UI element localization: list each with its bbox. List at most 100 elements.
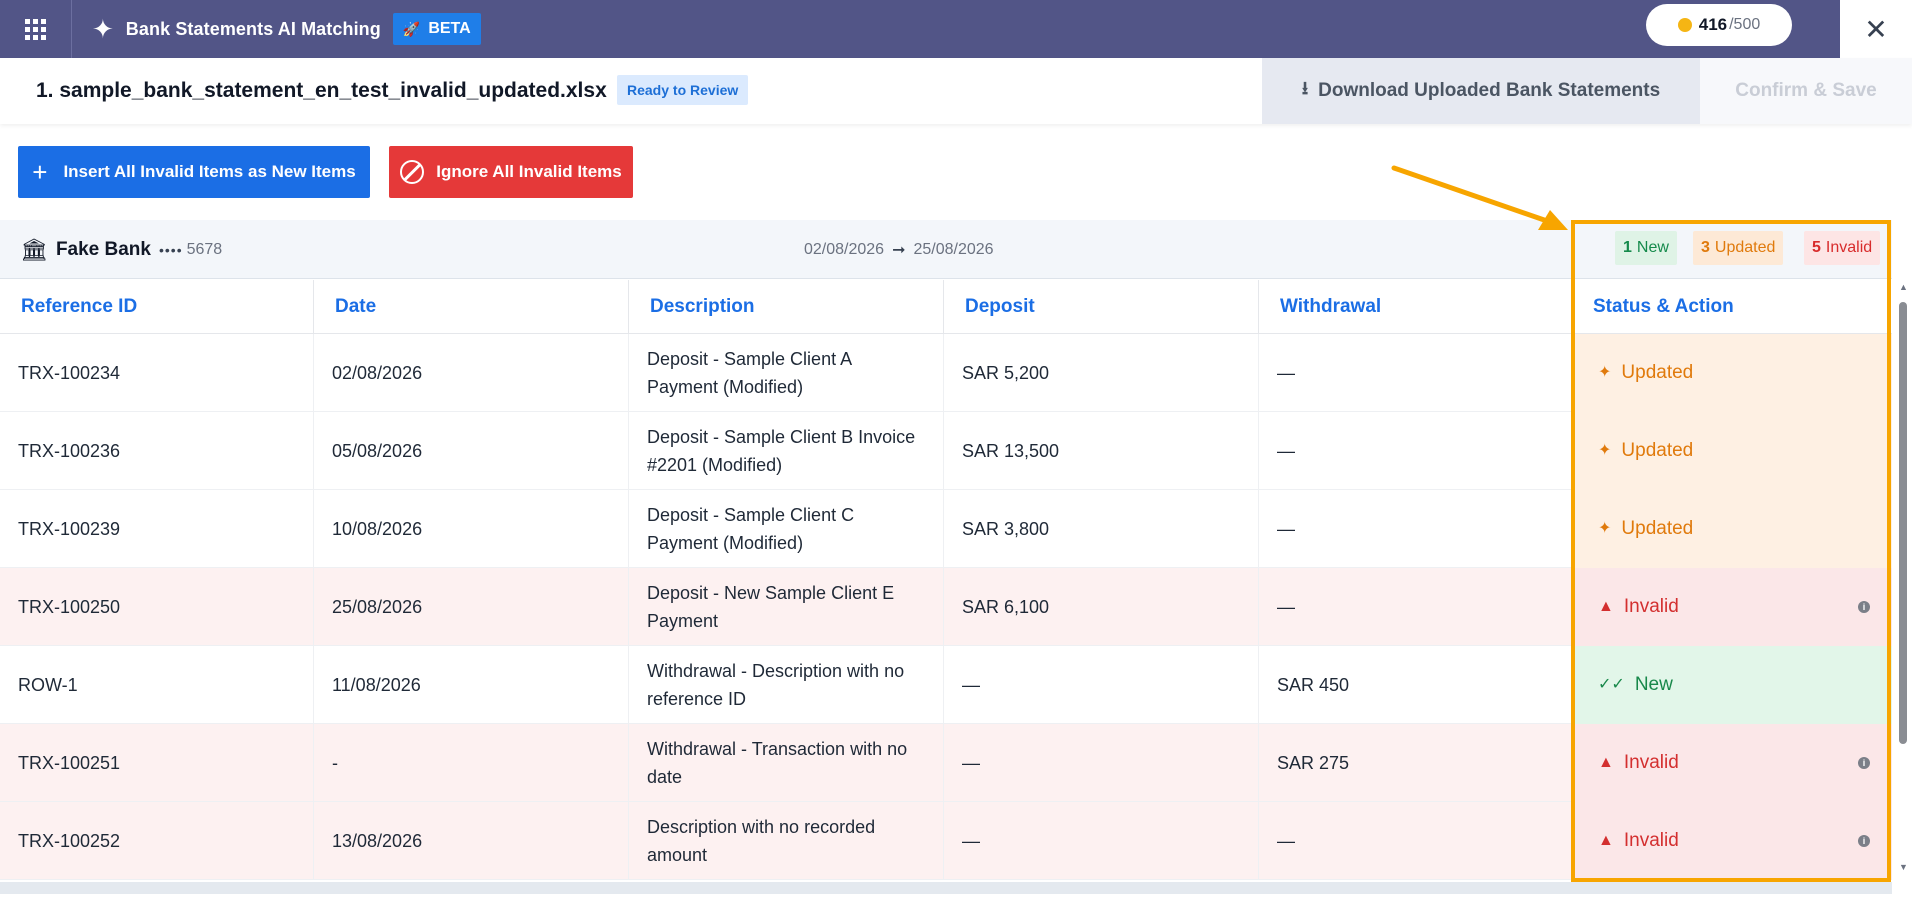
status-invalid[interactable]: ▲ Invalid i <box>1572 568 1892 646</box>
cell-reference-id: TRX-100251 <box>0 724 314 802</box>
cell-date: 13/08/2026 <box>314 802 629 880</box>
invalid-label: Invalid <box>1825 239 1873 256</box>
top-bar: ✦ Bank Statements AI Matching 🚀 BETA 416… <box>0 0 1912 58</box>
table-row: ROW-1 11/08/2026 Withdrawal - Descriptio… <box>0 646 1892 724</box>
info-icon[interactable]: i <box>1858 757 1870 769</box>
cell-reference-id: TRX-100236 <box>0 412 314 490</box>
cell-deposit: — <box>944 724 1259 802</box>
status-label: Invalid <box>1623 596 1679 617</box>
cell-withdrawal: — <box>1259 412 1572 490</box>
account-mask: •••• <box>158 241 183 258</box>
status-updated[interactable]: ✦ Updated <box>1572 334 1892 412</box>
column-header-reference-id[interactable]: Reference ID <box>0 280 314 334</box>
column-header-withdrawal[interactable]: Withdrawal <box>1259 280 1572 334</box>
app-title: Bank Statements AI Matching <box>125 18 381 39</box>
close-button[interactable]: ✕ <box>1840 0 1912 58</box>
arrow-right-icon: ➞ <box>892 241 906 259</box>
sparkle-icon: ✦ <box>1598 520 1612 537</box>
cell-description: Withdrawal - Description with no referen… <box>629 646 944 724</box>
cell-date: 25/08/2026 <box>314 568 629 646</box>
status-label: New <box>1634 674 1673 695</box>
cell-deposit: SAR 13,500 <box>944 412 1259 490</box>
status-new[interactable]: ✓✓ New <box>1572 646 1892 724</box>
credits-total: /500 <box>1729 16 1761 33</box>
confirm-label: Confirm & Save <box>1735 80 1877 101</box>
status-updated[interactable]: ✦ Updated <box>1572 412 1892 490</box>
status-label: Updated <box>1621 518 1694 539</box>
summary-invalid-badge: 5 Invalid <box>1804 231 1881 265</box>
status-label: Invalid <box>1623 830 1679 851</box>
beta-badge: 🚀 BETA <box>392 13 481 45</box>
status-updated[interactable]: ✦ Updated <box>1572 490 1892 568</box>
sparkle-icon: ✦ <box>92 14 114 44</box>
cell-deposit: SAR 3,800 <box>944 490 1259 568</box>
cell-reference-id: TRX-100239 <box>0 490 314 568</box>
download-statements-button[interactable]: ⭳ Download Uploaded Bank Statements <box>1262 58 1700 124</box>
ignore-all-invalid-button[interactable]: Ignore All Invalid Items <box>389 146 633 198</box>
updated-count: 3 <box>1701 239 1710 256</box>
cell-withdrawal: SAR 450 <box>1259 646 1572 724</box>
column-header-description[interactable]: Description <box>629 280 944 334</box>
double-check-icon: ✓✓ <box>1598 676 1625 693</box>
table-row: TRX-100251 - Withdrawal - Transaction wi… <box>0 724 1892 802</box>
insert-all-invalid-button[interactable]: + Insert All Invalid Items as New Items <box>18 146 370 198</box>
scroll-down-arrow-icon[interactable]: ▼ <box>1899 862 1908 872</box>
account-number: 5678 <box>186 240 223 258</box>
scroll-up-arrow-icon[interactable]: ▲ <box>1899 282 1908 292</box>
insert-label: Insert All Invalid Items as New Items <box>63 162 356 181</box>
ban-icon <box>400 160 425 184</box>
table-row: TRX-100250 25/08/2026 Deposit - New Samp… <box>0 568 1892 646</box>
cell-description: Deposit - Sample Client A Payment (Modif… <box>629 334 944 412</box>
status-label: Updated <box>1621 440 1694 461</box>
apps-grid-button[interactable] <box>0 0 72 58</box>
cell-deposit: SAR 6,100 <box>944 568 1259 646</box>
info-icon[interactable]: i <box>1858 835 1870 847</box>
status-invalid[interactable]: ▲ Invalid i <box>1572 802 1892 880</box>
apps-grid-icon <box>25 18 46 40</box>
status-label: Invalid <box>1623 752 1679 773</box>
credits-indicator: 416 /500 <box>1646 4 1792 46</box>
cell-reference-id: TRX-100250 <box>0 568 314 646</box>
bank-account-bar: 🏛 Fake Bank •••• 5678 02/08/2026 ➞ 25/08… <box>0 220 1892 279</box>
cell-date: 10/08/2026 <box>314 490 629 568</box>
new-label: New <box>1636 239 1669 256</box>
cell-date: 05/08/2026 <box>314 412 629 490</box>
table-row: TRX-100252 13/08/2026 Description with n… <box>0 802 1892 880</box>
app-title-area: ✦ Bank Statements AI Matching 🚀 BETA <box>92 0 481 58</box>
download-icon: ⭳ <box>1301 78 1309 98</box>
download-label: Download Uploaded Bank Statements <box>1318 80 1661 101</box>
cell-reference-id: TRX-100252 <box>0 802 314 880</box>
vertical-scrollbar[interactable]: ▲ ▼ <box>1896 282 1910 882</box>
table-header: Reference ID Date Description Deposit Wi… <box>0 280 1892 334</box>
file-header: 1. sample_bank_statement_en_test_invalid… <box>0 58 1912 124</box>
file-name: 1. sample_bank_statement_en_test_invalid… <box>36 79 607 102</box>
invalid-count: 5 <box>1812 239 1821 256</box>
cell-description: Description with no recorded amount <box>629 802 944 880</box>
column-header-date[interactable]: Date <box>314 280 629 334</box>
updated-label: Updated <box>1714 239 1776 256</box>
date-range: 02/08/2026 ➞ 25/08/2026 <box>804 220 994 279</box>
scrollbar-thumb[interactable] <box>1899 302 1907 744</box>
bank-info: 🏛 Fake Bank •••• 5678 <box>20 220 222 279</box>
sparkle-icon: ✦ <box>1598 442 1612 459</box>
cell-description: Deposit - Sample Client B Invoice #2201 … <box>629 412 944 490</box>
info-icon[interactable]: i <box>1858 601 1870 613</box>
column-header-deposit[interactable]: Deposit <box>944 280 1259 334</box>
table-row: TRX-100239 10/08/2026 Deposit - Sample C… <box>0 490 1892 568</box>
status-invalid[interactable]: ▲ Invalid i <box>1572 724 1892 802</box>
cell-deposit: — <box>944 646 1259 724</box>
cell-reference-id: ROW-1 <box>0 646 314 724</box>
date-to: 25/08/2026 <box>913 240 994 258</box>
cell-withdrawal: — <box>1259 490 1572 568</box>
rocket-icon: 🚀 <box>402 20 421 37</box>
cell-description: Deposit - New Sample Client E Payment <box>629 568 944 646</box>
bank-icon: 🏛 <box>20 236 48 262</box>
new-count: 1 <box>1623 239 1632 256</box>
bank-name: Fake Bank <box>55 238 151 260</box>
confirm-save-button[interactable]: Confirm & Save <box>1700 58 1912 124</box>
table-row: TRX-100234 02/08/2026 Deposit - Sample C… <box>0 334 1892 412</box>
cell-withdrawal: SAR 275 <box>1259 724 1572 802</box>
table-footer <box>0 882 1892 894</box>
cell-withdrawal: — <box>1259 568 1572 646</box>
cell-deposit: — <box>944 802 1259 880</box>
